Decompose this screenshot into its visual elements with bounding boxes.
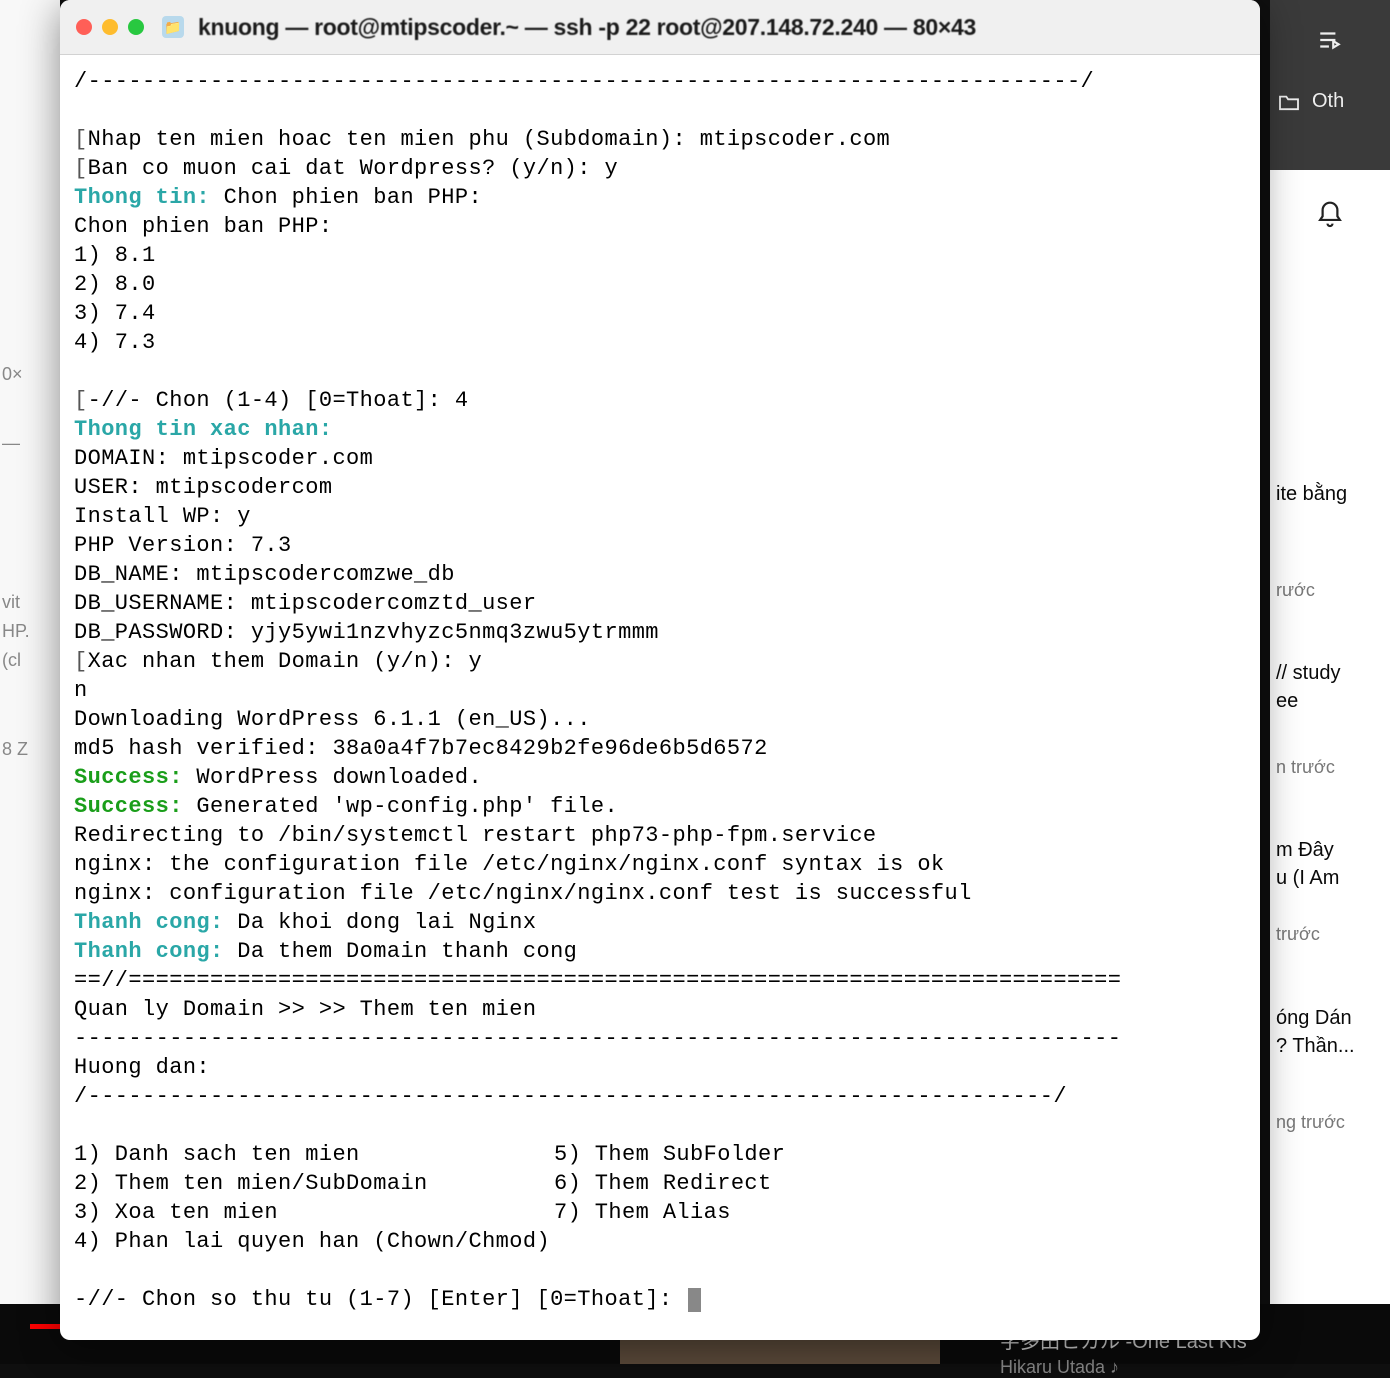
output-line: Redirecting to /bin/systemctl restart ph… <box>74 823 877 848</box>
separator: ----------------------------------------… <box>74 1026 1121 1051</box>
maximize-button[interactable] <box>128 19 144 35</box>
confirm-line: USER: mtipscodercom <box>74 475 332 500</box>
confirm-label: Thong tin xac nhan: <box>74 417 332 442</box>
output-line: n <box>74 678 88 703</box>
terminal-window: 📁 knuong — root@mtipscoder.~ — ssh -p 22… <box>60 0 1260 1340</box>
separator: ==//====================================… <box>74 968 1121 993</box>
bg-frag: — <box>0 429 60 458</box>
video-item[interactable]: ite bằng rước <box>1270 260 1390 609</box>
confirm-line: Install WP: y <box>74 504 251 529</box>
info-text: Chon phien ban PHP: <box>210 185 482 210</box>
divider: /---------------------------------------… <box>74 1084 1067 1109</box>
menu-option: 1) 8.1 <box>74 243 156 268</box>
success-label: Thanh cong: <box>74 910 224 935</box>
bg-frag: vit <box>0 588 60 617</box>
folder-icon: 📁 <box>162 16 184 38</box>
menu-option: 1) Danh sach ten mien <box>74 1142 360 1167</box>
video-meta: rước <box>1276 508 1384 603</box>
video-title: u (I Am <box>1276 864 1384 892</box>
notifications-bell-icon[interactable] <box>1315 199 1345 231</box>
folder-icon[interactable] <box>1278 93 1300 111</box>
video-meta: trước <box>1276 892 1384 947</box>
confirm-line: PHP Version: 7.3 <box>74 533 292 558</box>
video-title: óng Dán <box>1276 1004 1384 1032</box>
browser-toolbar-fragment: Oth <box>1270 0 1390 170</box>
prompt-text: -//- Chon so thu tu (1-7) [Enter] [0=Tho… <box>74 1287 686 1312</box>
video-title: // study <box>1276 659 1384 687</box>
terminal-output[interactable]: /---------------------------------------… <box>60 55 1260 1340</box>
queue-icon[interactable] <box>1317 29 1343 51</box>
other-bookmarks-label[interactable]: Oth <box>1312 90 1344 113</box>
success-label: Success: <box>74 794 183 819</box>
user-input: y <box>605 156 619 181</box>
info-label: Thong tin: <box>74 185 210 210</box>
output-line: Da them Domain thanh cong <box>224 939 578 964</box>
video-meta: Hikaru Utada ♪ <box>1000 1357 1119 1378</box>
video-item[interactable]: // study ee n trước <box>1270 609 1390 786</box>
menu-option: 3) 7.4 <box>74 301 156 326</box>
prompt-text: Nhap ten mien hoac ten mien phu (Subdoma… <box>88 127 700 152</box>
video-title: m Đây <box>1276 836 1384 864</box>
output-line: Da khoi dong lai Nginx <box>224 910 537 935</box>
menu-option: 4) 7.3 <box>74 330 156 355</box>
window-titlebar[interactable]: 📁 knuong — root@mtipscoder.~ — ssh -p 22… <box>60 0 1260 55</box>
success-label: Success: <box>74 765 183 790</box>
cursor <box>688 1288 701 1312</box>
video-title: ee <box>1276 687 1384 715</box>
bg-frag: HP. <box>0 617 60 646</box>
output-line: WordPress downloaded. <box>183 765 482 790</box>
menu-option: 6) Them Redirect <box>554 1171 772 1196</box>
output-line: nginx: configuration file /etc/nginx/ngi… <box>74 881 972 906</box>
prompt-text: -//- Chon (1-4) [0=Thoat]: <box>88 388 455 413</box>
confirm-line: DB_NAME: mtipscodercomzwe_db <box>74 562 455 587</box>
output-line: md5 hash verified: 38a0a4f7b7ec8429b2fe9… <box>74 736 768 761</box>
close-button[interactable] <box>76 19 92 35</box>
menu-option: 3) Xoa ten mien <box>74 1200 278 1225</box>
menu-option: 2) 8.0 <box>74 272 156 297</box>
divider: /---------------------------------------… <box>74 69 1094 94</box>
success-label: Thanh cong: <box>74 939 224 964</box>
output-line: nginx: the configuration file /etc/nginx… <box>74 852 945 877</box>
menu-option: 4) Phan lai quyen han (Chown/Chmod) <box>74 1229 550 1254</box>
video-title: ? Thần... <box>1276 1032 1384 1060</box>
menu-option: 2) Them ten mien/SubDomain <box>74 1171 428 1196</box>
menu-grid: 1) Danh sach ten mien 2) Them ten mien/S… <box>74 1140 1246 1256</box>
video-meta: ng trước <box>1276 1060 1384 1135</box>
breadcrumb: Quan ly Domain >> >> Them ten mien <box>74 997 536 1022</box>
confirm-line: DB_PASSWORD: yjy5ywi1nzvhyzc5nmq3zwu5ytr… <box>74 620 659 645</box>
php-header: Chon phien ban PHP: <box>74 214 332 239</box>
window-controls <box>76 19 144 35</box>
youtube-sidebar-fragment: ite bằng rước // study ee n trước m Đây … <box>1270 170 1390 1364</box>
video-item[interactable]: m Đây u (I Am trước <box>1270 786 1390 953</box>
confirm-line: DB_USERNAME: mtipscodercomztd_user <box>74 591 536 616</box>
bg-frag: 0× <box>0 360 60 389</box>
bg-frag: (cl <box>0 646 60 675</box>
user-input: y <box>468 649 482 674</box>
video-meta: n trước <box>1276 715 1384 780</box>
window-title: knuong — root@mtipscoder.~ — ssh -p 22 r… <box>198 14 976 41</box>
minimize-button[interactable] <box>102 19 118 35</box>
user-input: mtipscoder.com <box>700 127 890 152</box>
output-line: Downloading WordPress 6.1.1 (en_US)... <box>74 707 591 732</box>
background-left-fragments: 0× — vit HP. (cl 8 Z <box>0 0 60 1364</box>
prompt-text: Xac nhan them Domain (y/n): <box>88 649 469 674</box>
video-item[interactable]: óng Dán ? Thần... ng trước <box>1270 954 1390 1141</box>
bg-frag: 8 Z <box>0 735 60 764</box>
prompt-text: Ban co muon cai dat Wordpress? (y/n): <box>88 156 605 181</box>
menu-option: 5) Them SubFolder <box>554 1142 785 1167</box>
user-input: 4 <box>455 388 469 413</box>
help-label: Huong dan: <box>74 1055 210 1080</box>
output-line: Generated 'wp-config.php' file. <box>183 794 618 819</box>
menu-option: 7) Them Alias <box>554 1200 731 1225</box>
video-title: ite bằng <box>1276 480 1384 508</box>
confirm-line: DOMAIN: mtipscoder.com <box>74 446 373 471</box>
